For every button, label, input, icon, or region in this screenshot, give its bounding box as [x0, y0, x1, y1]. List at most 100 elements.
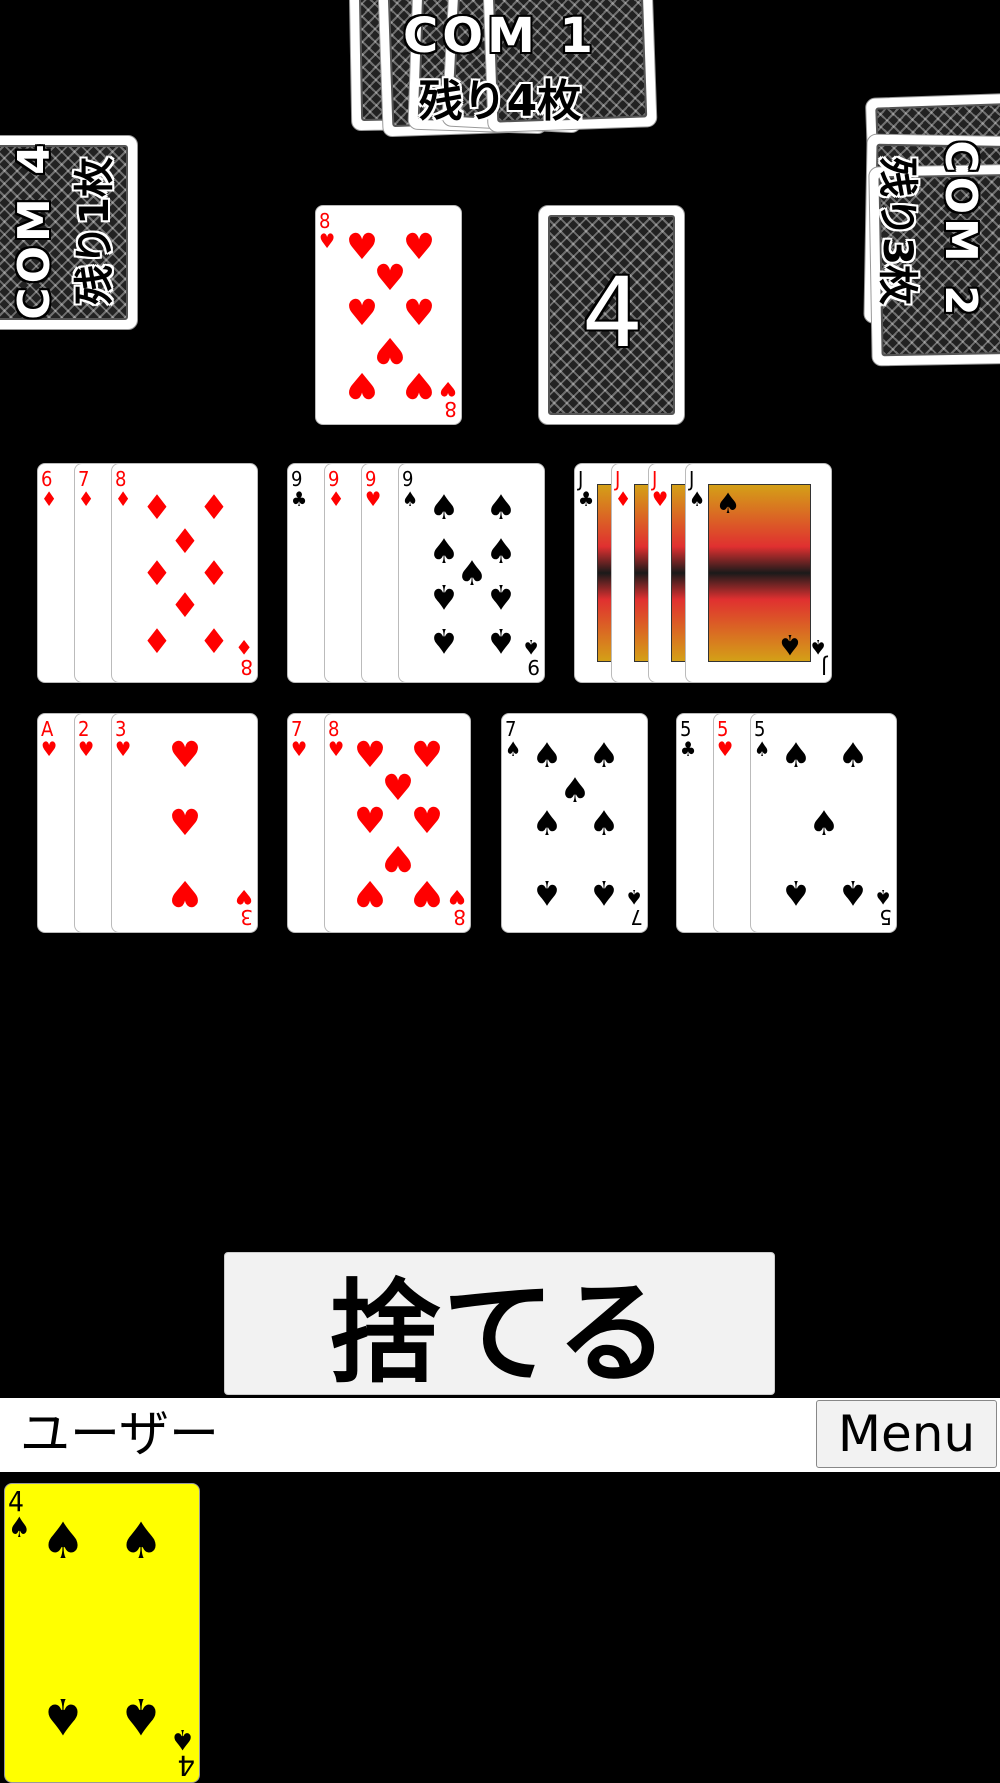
- diamond-icon: ♦: [141, 622, 173, 662]
- diamond-icon: ♦: [198, 622, 230, 662]
- spade-icon: ♠: [531, 804, 563, 844]
- heart-icon: ♥: [115, 737, 131, 761]
- discard-button[interactable]: 捨てる: [224, 1252, 775, 1399]
- spade-icon: ♠: [754, 737, 770, 761]
- heart-icon: ♥: [449, 885, 466, 909]
- card-rank-bottom: 5 ♠: [875, 885, 892, 929]
- card-rank: 5 ♣: [680, 717, 696, 761]
- spade-icon: ♠: [715, 487, 741, 520]
- spade-icon: ♠: [523, 635, 540, 659]
- com1-name: COM 1: [403, 8, 597, 64]
- field-top-card: 8 ♥ 8 ♥ ♥ ♥ ♥ ♥ ♥ ♥ ♥ ♥: [315, 205, 462, 425]
- spade-icon: ♠: [588, 804, 620, 844]
- diamond-icon: ♦: [615, 487, 631, 511]
- card-rank-bottom: 3 ♥: [236, 885, 253, 929]
- heart-icon: ♥: [365, 487, 381, 511]
- card-rank: 9 ♠: [402, 467, 418, 511]
- spade-icon: ♠: [689, 487, 705, 511]
- spade-icon: ♠: [837, 736, 869, 776]
- card-rank: 9 ♥: [365, 467, 381, 511]
- spade-icon: ♠: [485, 532, 517, 572]
- spade-icon: ♠: [531, 736, 563, 776]
- spade-icon: ♠: [485, 488, 517, 528]
- heart-icon: ♥: [78, 737, 94, 761]
- spade-icon: ♠: [456, 554, 488, 594]
- card-rank: 7 ♥: [291, 717, 307, 761]
- diamond-icon: ♦: [115, 487, 131, 511]
- card-rank-bottom: 7 ♠: [626, 885, 643, 929]
- card-rank: 8 ♦: [115, 467, 131, 511]
- draw-deck[interactable]: 4: [538, 205, 685, 425]
- menu-button[interactable]: Menu: [816, 1400, 997, 1468]
- card-rank: 4 ♠: [8, 1485, 31, 1544]
- card-8-hearts: 8 ♥ 8 ♥ ♥ ♥ ♥ ♥ ♥ ♥ ♥ ♥: [324, 713, 471, 933]
- heart-icon: ♥: [410, 801, 444, 842]
- spade-icon: ♠: [505, 737, 521, 761]
- heart-icon: ♥: [373, 258, 407, 299]
- card-3-hearts: 3 ♥ 3 ♥ ♥ ♥ ♥: [111, 713, 258, 933]
- spade-icon: ♠: [40, 1512, 86, 1570]
- heart-icon: ♥: [353, 872, 387, 913]
- heart-icon: ♥: [652, 487, 668, 511]
- club-icon: ♣: [680, 737, 696, 761]
- diamond-icon: ♦: [198, 554, 230, 594]
- card-9-spades: 9 ♠ 9 ♠ ♠ ♠ ♠ ♠ ♠ ♠ ♠ ♠ ♠: [398, 463, 545, 683]
- hand-card-4-spades[interactable]: 4 ♠ ♠ ♠ ♠ ♠ 4 ♠: [4, 1483, 200, 1783]
- diamond-icon: ♦: [169, 586, 201, 626]
- spade-icon: ♠: [837, 872, 869, 912]
- spade-icon: ♠: [875, 885, 892, 909]
- com4-name: COM 4: [9, 140, 60, 320]
- com1-remaining: 残り4枚: [418, 76, 582, 127]
- spade-icon: ♠: [559, 771, 591, 811]
- com4-remaining: 残り1枚: [72, 157, 118, 305]
- spade-icon: ♠: [777, 628, 803, 661]
- heart-icon: ♥: [328, 737, 344, 761]
- spade-icon: ♠: [810, 635, 827, 659]
- spade-icon: ♠: [808, 804, 840, 844]
- heart-icon: ♥: [381, 837, 415, 878]
- spade-icon: ♠: [531, 872, 563, 912]
- heart-icon: ♥: [345, 293, 379, 334]
- com2-remaining: 残り3枚: [874, 157, 920, 305]
- card-rank: J ♣: [578, 467, 594, 511]
- spade-icon: ♠: [428, 488, 460, 528]
- spade-icon: ♠: [402, 487, 418, 511]
- spade-icon: ♠: [780, 736, 812, 776]
- heart-icon: ♥: [717, 737, 733, 761]
- card-8-diamonds: 8 ♦ 8 ♦ ♦ ♦ ♦ ♦ ♦ ♦ ♦ ♦: [111, 463, 258, 683]
- spade-icon: ♠: [485, 620, 517, 660]
- heart-icon: ♥: [236, 885, 253, 909]
- card-rank: A ♥: [41, 717, 57, 761]
- spade-icon: ♠: [588, 872, 620, 912]
- spade-icon: ♠: [118, 1687, 164, 1745]
- spade-icon: ♠: [588, 736, 620, 776]
- diamond-icon: ♦: [141, 488, 173, 528]
- card-rank: 7 ♠: [505, 717, 521, 761]
- spade-icon: ♠: [780, 872, 812, 912]
- card-rank: 7 ♦: [78, 467, 94, 511]
- card-rank-bottom: 8 ♦: [236, 635, 253, 679]
- spade-icon: ♠: [428, 576, 460, 616]
- user-name: ユーザー: [20, 1405, 219, 1463]
- card-5-spades: 5 ♠ 5 ♠ ♠ ♠ ♠ ♠ ♠: [750, 713, 897, 933]
- club-icon: ♣: [578, 487, 594, 511]
- heart-icon: ♥: [402, 364, 436, 405]
- spade-icon: ♠: [428, 532, 460, 572]
- heart-icon: ♥: [402, 293, 436, 334]
- heart-icon: ♥: [345, 364, 379, 405]
- spade-icon: ♠: [626, 885, 643, 909]
- heart-icon: ♥: [319, 229, 335, 253]
- card-rank: 5 ♥: [717, 717, 733, 761]
- heart-icon: ♥: [291, 737, 307, 761]
- diamond-icon: ♦: [78, 487, 94, 511]
- diamond-icon: ♦: [236, 635, 253, 659]
- card-rank-bottom: 4 ♠: [170, 1723, 195, 1782]
- field-top-card-rank: 8 ♥: [319, 209, 335, 253]
- spade-icon: ♠: [118, 1512, 164, 1570]
- diamond-icon: ♦: [41, 487, 57, 511]
- card-rank: 5 ♠: [754, 717, 770, 761]
- card-rank: 6 ♦: [41, 467, 57, 511]
- diamond-icon: ♦: [328, 487, 344, 511]
- spade-icon: ♠: [428, 620, 460, 660]
- user-bar: ユーザー Menu: [0, 1398, 1000, 1472]
